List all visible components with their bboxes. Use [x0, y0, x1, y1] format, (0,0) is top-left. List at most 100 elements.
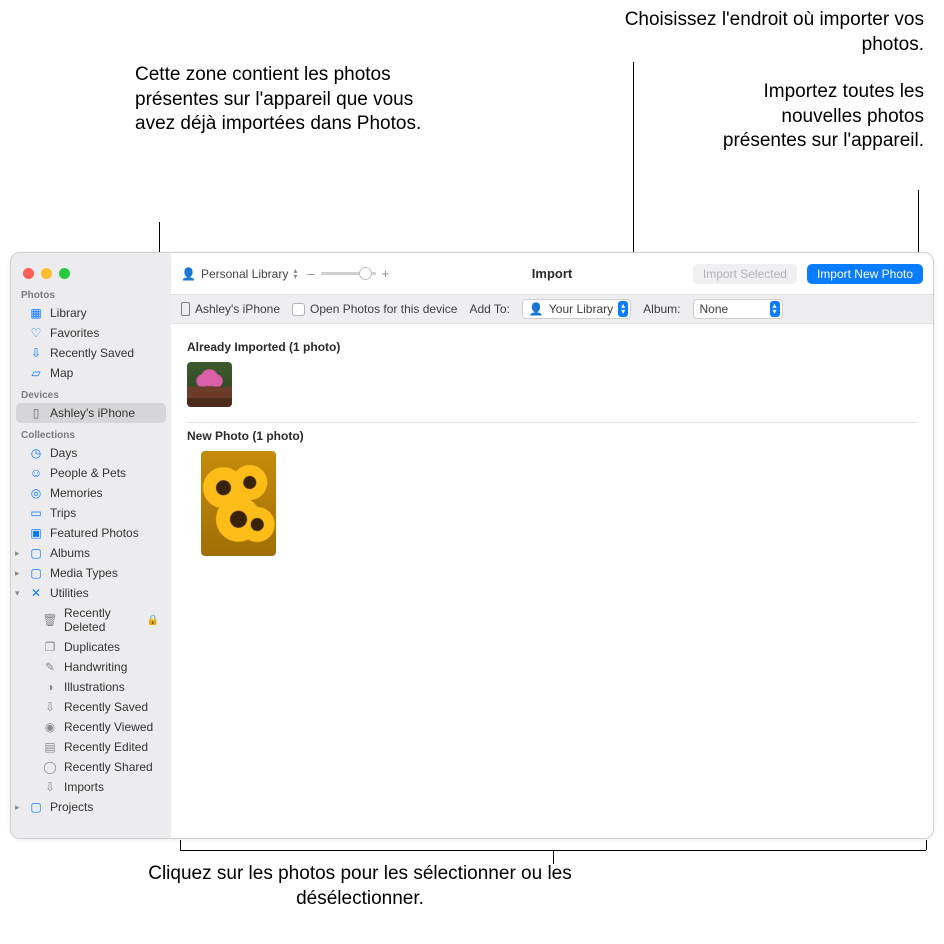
- sidebar-item-label: Projects: [50, 800, 93, 814]
- checkbox-icon[interactable]: [292, 303, 305, 316]
- sidebar-item-label: Recently Saved: [50, 346, 134, 360]
- photo-thumbnail-icon: [201, 451, 276, 556]
- sidebar-item-recently-shared[interactable]: ◯ Recently Shared: [11, 757, 171, 777]
- library-label: Personal Library: [201, 267, 288, 281]
- heart-icon: ♡: [29, 326, 43, 340]
- sidebar-item-device-iphone[interactable]: ▯ Ashley's iPhone: [16, 403, 166, 423]
- sidebar-item-label: Map: [50, 366, 73, 380]
- sidebar-item-label: Utilities: [50, 586, 89, 600]
- album-label: Album:: [643, 302, 680, 316]
- open-photos-checkbox[interactable]: Open Photos for this device: [292, 302, 457, 316]
- sidebar-item-label: Recently Deleted: [64, 606, 140, 634]
- pen-icon: ✎: [43, 660, 57, 674]
- library-selector[interactable]: 👤 Personal Library ▴▾: [181, 267, 297, 281]
- main-pane: 👤 Personal Library ▴▾ – + Import Import …: [171, 253, 933, 838]
- sidebar-item-label: Memories: [50, 486, 103, 500]
- add-to-select[interactable]: 👤 Your Library ▴▾: [522, 299, 631, 319]
- sidebar-item-projects[interactable]: ▸ ▢ Projects: [11, 797, 171, 817]
- sidebar-item-handwriting[interactable]: ✎ Handwriting: [11, 657, 171, 677]
- chevron-down-icon[interactable]: ▾: [15, 588, 20, 599]
- leader-line: [926, 840, 927, 850]
- album-value: None: [700, 302, 729, 316]
- sidebar-item-memories[interactable]: ◎ Memories: [11, 483, 171, 503]
- sidebar-item-featured[interactable]: ▣ Featured Photos: [11, 523, 171, 543]
- new-photo-thumbnail[interactable]: [201, 451, 276, 556]
- sidebar-item-days[interactable]: ◷ Days: [11, 443, 171, 463]
- zoom-plus-icon[interactable]: +: [382, 266, 390, 281]
- add-to-label: Add To:: [469, 302, 509, 316]
- person-icon: 👤: [181, 267, 196, 281]
- already-imported-heading: Already Imported (1 photo): [187, 340, 917, 354]
- sidebar-item-label: Recently Edited: [64, 740, 148, 754]
- sidebar-item-recently-viewed[interactable]: ◉ Recently Viewed: [11, 717, 171, 737]
- sidebar-item-label: People & Pets: [50, 466, 126, 480]
- sidebar-item-media-types[interactable]: ▸ ▢ Media Types: [11, 563, 171, 583]
- suitcase-icon: ▭: [29, 506, 43, 520]
- device-label: Ashley's iPhone: [181, 302, 280, 316]
- leader-line: [553, 850, 554, 864]
- album-icon: ▢: [29, 546, 43, 560]
- window-controls: [11, 259, 171, 283]
- sidebar-item-recently-saved[interactable]: ⇩ Recently Saved: [11, 343, 171, 363]
- zoom-window-icon[interactable]: [59, 268, 70, 279]
- download-icon: ⇩: [43, 700, 57, 714]
- sidebar-item-albums[interactable]: ▸ ▢ Albums: [11, 543, 171, 563]
- sidebar-item-label: Recently Viewed: [64, 720, 153, 734]
- tools-icon: ✕: [29, 586, 43, 600]
- person-icon: ☺: [29, 466, 43, 480]
- map-icon: ▱: [29, 366, 43, 380]
- sidebar-item-favorites[interactable]: ♡ Favorites: [11, 323, 171, 343]
- checkbox-label: Open Photos for this device: [310, 302, 457, 316]
- chevron-right-icon[interactable]: ▸: [15, 548, 20, 559]
- sidebar-item-label: Illustrations: [64, 680, 125, 694]
- updown-icon: ▴▾: [770, 301, 780, 317]
- sidebar-item-label: Library: [50, 306, 87, 320]
- sidebar-item-label: Media Types: [50, 566, 118, 580]
- sidebar-item-recently-edited[interactable]: ▤ Recently Edited: [11, 737, 171, 757]
- sidebar-item-people-pets[interactable]: ☺ People & Pets: [11, 463, 171, 483]
- download-icon: ⇩: [29, 346, 43, 360]
- sidebar-item-label: Trips: [50, 506, 76, 520]
- sidebar-item-utilities[interactable]: ▾ ✕ Utilities: [11, 583, 171, 603]
- zoom-minus-icon[interactable]: –: [307, 266, 314, 281]
- sidebar-item-illustrations[interactable]: ◑ Illustrations: [11, 677, 171, 697]
- already-imported-thumbnail[interactable]: [187, 362, 232, 407]
- add-to-value: Your Library: [549, 302, 613, 316]
- close-window-icon[interactable]: [23, 268, 34, 279]
- memories-icon: ◎: [29, 486, 43, 500]
- iphone-icon: ▯: [29, 406, 43, 420]
- import-icon: ⇩: [43, 780, 57, 794]
- sidebar-item-recently-saved-util[interactable]: ⇩ Recently Saved: [11, 697, 171, 717]
- album-select[interactable]: None ▴▾: [693, 299, 783, 319]
- sidebar-section-collections: Collections: [11, 423, 171, 443]
- callout-click-select: Cliquez sur les photos pour les sélectio…: [110, 862, 610, 911]
- sidebar-item-duplicates[interactable]: ❐ Duplicates: [11, 637, 171, 657]
- sidebar-item-map[interactable]: ▱ Map: [11, 363, 171, 383]
- sidebar-item-trips[interactable]: ▭ Trips: [11, 503, 171, 523]
- sidebar-item-library[interactable]: ▦ Library: [11, 303, 171, 323]
- sidebar-item-recently-deleted[interactable]: 🗑 Recently Deleted 🔒: [11, 603, 171, 637]
- callout-already-imported: Cette zone contient les photos présentes…: [135, 63, 435, 137]
- sidebar-item-label: Days: [50, 446, 77, 460]
- chevron-right-icon[interactable]: ▸: [15, 568, 20, 579]
- content-area[interactable]: Already Imported (1 photo) New Photo (1 …: [171, 324, 933, 838]
- person-icon: 👤: [529, 302, 544, 316]
- chevron-right-icon[interactable]: ▸: [15, 802, 20, 813]
- photos-icon: ▦: [29, 306, 43, 320]
- sidebar-item-label: Recently Saved: [64, 700, 148, 714]
- slider-thumb[interactable]: [359, 267, 372, 280]
- lock-icon: 🔒: [147, 615, 163, 626]
- photos-app-window: Photos ▦ Library ♡ Favorites ⇩ Recently …: [10, 252, 934, 839]
- zoom-slider[interactable]: – +: [307, 266, 389, 281]
- slider-track[interactable]: [321, 272, 376, 275]
- sidebar-item-imports[interactable]: ⇩ Imports: [11, 777, 171, 797]
- clock-icon: ◷: [29, 446, 43, 460]
- leader-line: [918, 190, 919, 255]
- minimize-window-icon[interactable]: [41, 268, 52, 279]
- import-new-photo-button[interactable]: Import New Photo: [807, 264, 923, 284]
- sidebar-item-label: Duplicates: [64, 640, 120, 654]
- toolbar: 👤 Personal Library ▴▾ – + Import Import …: [171, 253, 933, 295]
- import-selected-button[interactable]: Import Selected: [693, 264, 797, 284]
- trash-icon: 🗑: [43, 613, 57, 627]
- palette-icon: ◑: [43, 680, 57, 694]
